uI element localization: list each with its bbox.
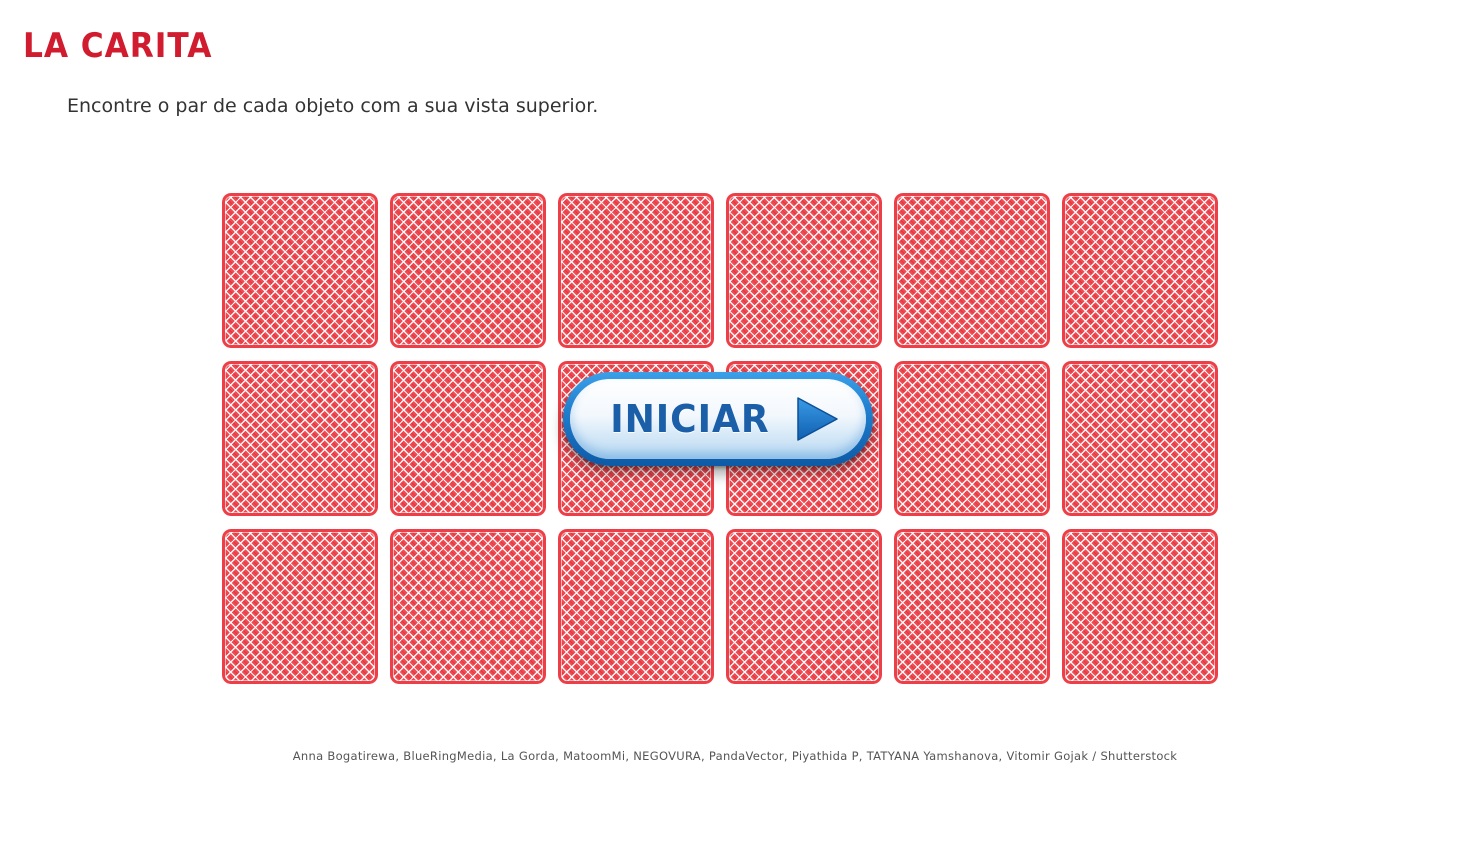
start-button-face[interactable]: INICIAR [570, 379, 866, 459]
memory-card[interactable] [894, 361, 1050, 516]
memory-card[interactable] [390, 193, 546, 348]
memory-card[interactable] [222, 529, 378, 684]
start-button-label: INICIAR [610, 397, 770, 441]
memory-card[interactable] [1062, 529, 1218, 684]
image-credits: Anna Bogatirewa, BlueRingMedia, La Gorda… [292, 749, 1178, 763]
memory-card[interactable] [1062, 361, 1218, 516]
memory-card[interactable] [390, 361, 546, 516]
memory-card[interactable] [726, 529, 882, 684]
game-title: LA CARITA [23, 26, 213, 66]
memory-card[interactable] [894, 529, 1050, 684]
memory-card[interactable] [726, 193, 882, 348]
start-button[interactable]: INICIAR [563, 372, 873, 466]
memory-card[interactable] [894, 193, 1050, 348]
memory-card[interactable] [558, 529, 714, 684]
memory-card[interactable] [390, 529, 546, 684]
instructions-text: Encontre o par de cada objeto com a sua … [67, 95, 599, 117]
memory-card[interactable] [222, 361, 378, 516]
memory-card[interactable] [1062, 193, 1218, 348]
play-triangle-icon [797, 397, 838, 441]
memory-card[interactable] [222, 193, 378, 348]
memory-card[interactable] [558, 193, 714, 348]
